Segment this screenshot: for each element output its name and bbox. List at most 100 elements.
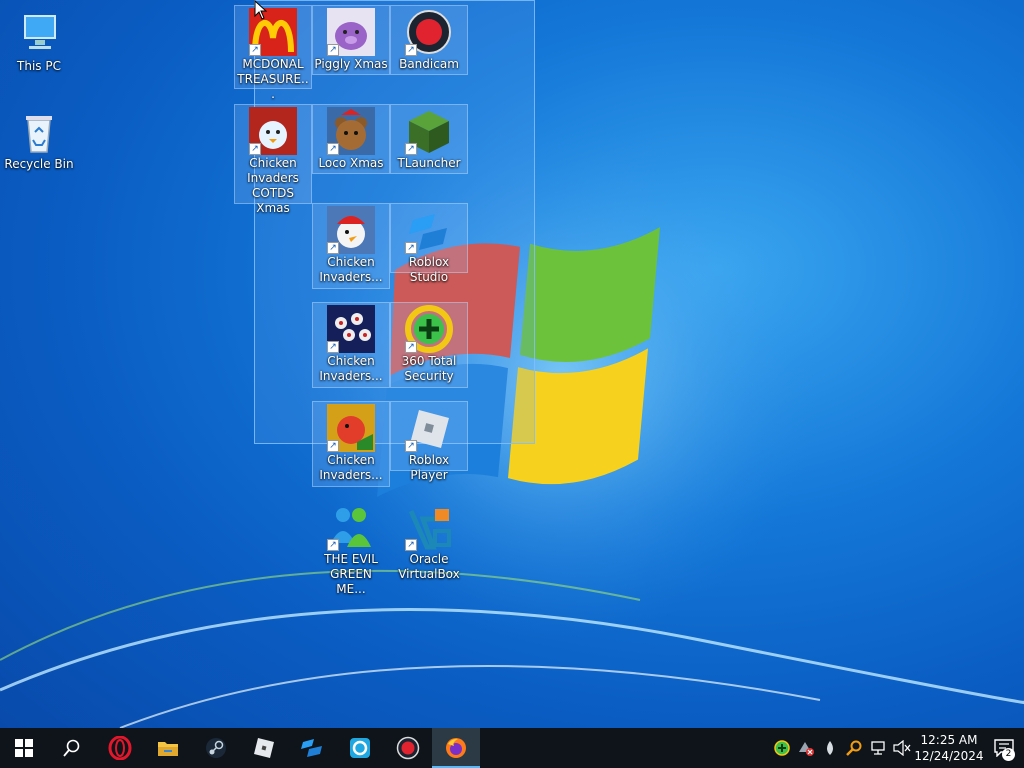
shortcut-arrow-icon: ↗ [249, 143, 261, 155]
roblox-studio-icon: ↗ [405, 206, 453, 254]
shortcut-arrow-icon: ↗ [327, 143, 339, 155]
eggs-icon: ↗ [327, 305, 375, 353]
roblox-player-icon: ↗ [405, 404, 453, 452]
tray-360-security[interactable] [770, 728, 794, 768]
desktop-icon-chicken-invaders-4[interactable]: ↗ Chicken Invaders... [312, 401, 390, 487]
opera-icon [108, 736, 132, 760]
icon-label: 360 Total Security [401, 354, 457, 383]
taskbar-opera[interactable] [96, 728, 144, 768]
icon-label: THE EVIL GREEN ME... [324, 552, 378, 596]
desktop-icon-the-evil-green-me[interactable]: ↗ THE EVIL GREEN ME... [313, 501, 389, 596]
icon-label: Chicken Invaders... [319, 354, 383, 383]
shortcut-arrow-icon: ↗ [405, 341, 417, 353]
icon-label: This PC [17, 59, 61, 73]
chicken-invaders-icon: ↗ [327, 404, 375, 452]
desktop-icon-this-pc[interactable]: This PC [1, 8, 77, 78]
roblox-icon [254, 738, 274, 758]
search-tray-icon [846, 740, 862, 756]
tray-search[interactable] [842, 728, 866, 768]
file-explorer-icon [158, 742, 178, 756]
system-tray: 12:25 AM 12/24/2024 2 [770, 728, 1024, 768]
clock-time: 12:25 AM [920, 733, 978, 747]
teddy-bear-icon: ↗ [327, 107, 375, 155]
taskbar-file-explorer[interactable] [144, 728, 192, 768]
shortcut-arrow-icon: ↗ [327, 44, 339, 56]
desktop-icon-roblox-studio[interactable]: ↗ Roblox Studio [390, 203, 468, 284]
ccleaner-icon [350, 738, 370, 758]
shortcut-arrow-icon: ↗ [327, 440, 339, 452]
shortcut-arrow-icon: ↗ [327, 242, 339, 254]
recycle-bin-icon [15, 108, 63, 156]
icon-label: Bandicam [399, 57, 459, 71]
bandicam-icon: ↗ [405, 8, 453, 56]
chicken-santa-icon: ↗ [327, 206, 375, 254]
shortcut-arrow-icon: ↗ [405, 44, 417, 56]
action-center-button[interactable]: 2 [984, 728, 1024, 768]
shortcut-arrow-icon: ↗ [405, 242, 417, 254]
clock-date: 12/24/2024 [914, 749, 984, 763]
start-icon [15, 739, 33, 757]
taskbar-ccleaner[interactable] [336, 728, 384, 768]
firefox-icon [446, 738, 466, 758]
virtualbox-icon: ↗ [405, 503, 453, 551]
desktop-icon-chicken-invaders-cotds-xmas[interactable]: ↗ Chicken Invaders COTDS Xmas [234, 104, 312, 215]
shortcut-arrow-icon: ↗ [327, 341, 339, 353]
desktop-icon-piggly-xmas[interactable]: ↗ Piggly Xmas [312, 5, 390, 75]
start-button[interactable] [0, 728, 48, 768]
piggly-icon: ↗ [327, 8, 375, 56]
taskbar-roblox-studio[interactable] [288, 728, 336, 768]
search-button[interactable] [48, 728, 96, 768]
icon-label: Loco Xmas [318, 156, 384, 170]
network-error-tray-icon [799, 742, 814, 756]
taskbar-bandicam[interactable] [384, 728, 432, 768]
icon-label: Chicken Invaders... [319, 255, 383, 284]
icon-label: Chicken Invaders... [319, 453, 383, 482]
360-security-icon: ↗ [405, 305, 453, 353]
desktop-icon-360-total-security[interactable]: ↗ 360 Total Security [390, 302, 468, 388]
messenger-people-icon: ↗ [327, 503, 375, 551]
tray-network-error[interactable] [794, 728, 818, 768]
mouse-cursor-icon [254, 0, 268, 20]
bandicam-icon [396, 736, 420, 760]
desktop-icon-recycle-bin[interactable]: Recycle Bin [1, 106, 77, 176]
notification-count-badge: 2 [1002, 748, 1015, 761]
steam-icon [206, 738, 226, 758]
tray-water-drop[interactable] [818, 728, 842, 768]
desktop-icon-mcdonal-treasure[interactable]: ↗ MCDONAL TREASURE... [234, 5, 312, 101]
shortcut-arrow-icon: ↗ [405, 539, 417, 551]
shortcut-arrow-icon: ↗ [327, 539, 339, 551]
icon-label: Roblox Studio [408, 255, 450, 284]
icon-label: Oracle VirtualBox [398, 552, 460, 581]
taskbar-roblox[interactable] [240, 728, 288, 768]
tray-volume[interactable] [890, 728, 914, 768]
taskbar: 12:25 AM 12/24/2024 2 [0, 728, 1024, 768]
desktop-icon-tlauncher[interactable]: ↗ TLauncher [390, 104, 468, 174]
tray-network[interactable] [866, 728, 890, 768]
computer-icon [15, 10, 63, 58]
icon-label: Roblox Player [408, 453, 450, 482]
icon-label: Chicken Invaders COTDS Xmas [247, 156, 299, 215]
water-drop-tray-icon [827, 741, 833, 755]
roblox-studio-icon [301, 739, 322, 757]
desktop-icon-chicken-invaders-2[interactable]: ↗ Chicken Invaders... [312, 203, 390, 289]
taskbar-clock[interactable]: 12:25 AM 12/24/2024 [914, 732, 984, 764]
desktop-icon-loco-xmas[interactable]: ↗ Loco Xmas [312, 104, 390, 174]
speaker-muted-icon [893, 740, 911, 756]
shortcut-arrow-icon: ↗ [405, 143, 417, 155]
taskbar-steam[interactable] [192, 728, 240, 768]
desktop-icon-bandicam[interactable]: ↗ Bandicam [390, 5, 468, 75]
shortcut-arrow-icon: ↗ [405, 440, 417, 452]
search-icon [63, 739, 80, 757]
icon-label: Piggly Xmas [314, 57, 388, 71]
icon-label: TLauncher [397, 156, 461, 170]
network-tray-icon [871, 741, 885, 755]
360-security-tray-icon [774, 740, 790, 756]
grass-block-icon: ↗ [405, 107, 453, 155]
icon-label: MCDONAL TREASURE... [237, 57, 309, 101]
taskbar-firefox[interactable] [432, 728, 480, 768]
desktop-icon-oracle-virtualbox[interactable]: ↗ Oracle VirtualBox [391, 501, 467, 585]
shortcut-arrow-icon: ↗ [249, 44, 261, 56]
desktop-icon-roblox-player[interactable]: ↗ Roblox Player [390, 401, 468, 482]
desktop-icon-chicken-invaders-3[interactable]: ↗ Chicken Invaders... [312, 302, 390, 388]
chicken-snowman-icon: ↗ [249, 107, 297, 155]
